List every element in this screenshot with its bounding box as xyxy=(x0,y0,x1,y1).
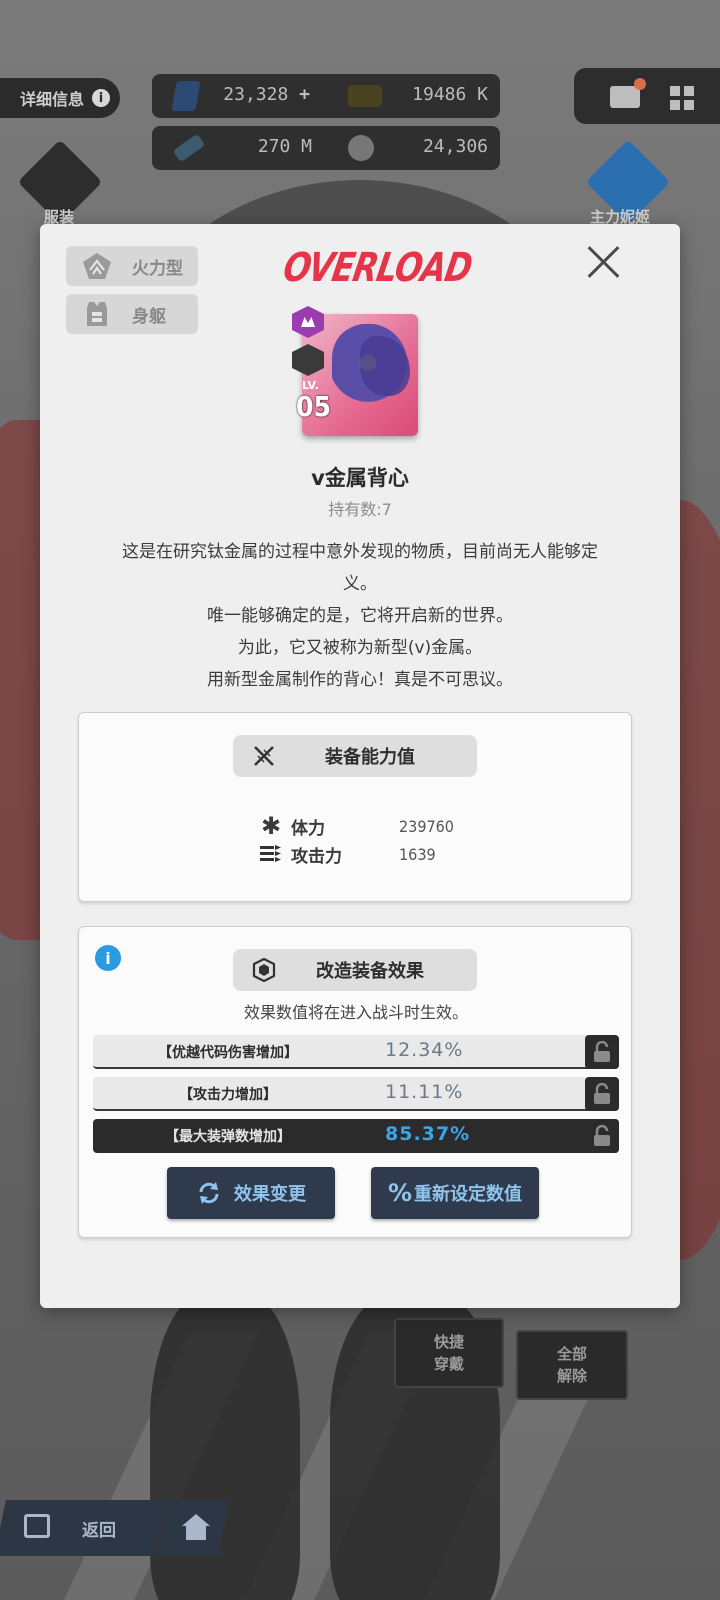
stat-attack: 攻击力 1639 xyxy=(259,841,436,867)
percent-icon: % xyxy=(387,1179,413,1207)
info-icon[interactable]: i xyxy=(95,945,121,971)
quick-equip-label-1: 快捷 xyxy=(433,1333,464,1351)
gem-count: 23,328 xyxy=(223,84,289,105)
refresh-icon xyxy=(196,1180,222,1206)
description-line: 唯一能够确定的是，它将开启新的世界。 xyxy=(207,606,513,626)
exit-icon xyxy=(24,1514,50,1538)
details-label: 详细信息 xyxy=(20,90,85,109)
overload-banner: OVERLOAD xyxy=(279,243,476,291)
home-icon xyxy=(182,1514,210,1526)
core-dust-count: 24,306 xyxy=(422,136,488,157)
stats-panel-title: 装备能力值 xyxy=(325,747,415,768)
bullets-icon xyxy=(259,844,283,864)
mail-icon[interactable] xyxy=(610,86,640,108)
menu-grid-icon[interactable] xyxy=(670,86,694,110)
equipment-detail-modal: 火力型 身躯 OVERLOAD LV. 05 v金属背心 持有数:7 这是在研究… xyxy=(40,224,680,1308)
stat-label: 体力 xyxy=(291,818,325,839)
item-name: v金属背心 xyxy=(311,466,409,490)
description-line: 这是在研究钛金属的过程中意外发现的物质，目前尚无人能够定 xyxy=(122,542,598,562)
top-right-menu xyxy=(574,68,720,124)
effect-value: 85.37% xyxy=(385,1123,471,1145)
close-icon[interactable] xyxy=(586,244,622,280)
gem-icon xyxy=(171,81,201,111)
effects-hint: 效果数值将在进入战斗时生效。 xyxy=(243,1003,468,1022)
effects-panel-title: 改造装备效果 xyxy=(316,961,424,982)
stat-label: 攻击力 xyxy=(291,846,342,867)
stat-hp: ✱ 体力 239760 xyxy=(259,812,454,840)
battle-data-count: 270 M xyxy=(257,136,312,157)
effect-value: 11.11% xyxy=(385,1081,464,1103)
class-tag-label: 火力型 xyxy=(132,258,183,279)
slot-tag-body[interactable]: 身躯 xyxy=(66,294,198,334)
item-description: 这是在研究钛金属的过程中意外发现的物质，目前尚无人能够定 义。 唯一能够确定的是… xyxy=(70,536,650,696)
slot-tag-label: 身躯 xyxy=(132,306,166,327)
credit-count: 19486 K xyxy=(412,84,488,105)
unequip-all-label-2: 解除 xyxy=(556,1367,587,1385)
owned-count: 7 xyxy=(381,500,392,519)
unequip-all-label-1: 全部 xyxy=(556,1345,587,1363)
owned-count-row: 持有数:7 xyxy=(40,496,680,520)
credit-icon xyxy=(348,85,382,107)
effect-name: 【优越代码伤害增加】 xyxy=(158,1045,298,1061)
effect-row-selected[interactable]: 【最大装弹数增加】 85.37% xyxy=(93,1119,619,1153)
firepower-icon xyxy=(80,252,114,280)
unlock-icon[interactable] xyxy=(585,1035,619,1069)
info-icon: i xyxy=(92,89,111,107)
unlock-icon[interactable] xyxy=(585,1119,619,1153)
resource-bar-bottom: 270 M 24,306 xyxy=(152,126,500,170)
quick-equip-button[interactable]: 快捷 穿戴 xyxy=(394,1318,504,1388)
notification-dot xyxy=(634,78,646,90)
battle-data-icon xyxy=(172,133,206,163)
effects-panel-header: 改造装备效果 xyxy=(233,949,477,991)
reset-values-label: 重新设定数值 xyxy=(414,1184,523,1205)
description-line: 义。 xyxy=(343,574,377,594)
description-line: 用新型金属制作的背心！真是不可思议。 xyxy=(207,670,513,690)
effect-row[interactable]: 【攻击力增加】 11.11% xyxy=(93,1077,619,1111)
change-effect-label: 效果变更 xyxy=(234,1184,306,1205)
stats-panel-header: 装备能力值 xyxy=(233,735,477,777)
effect-name: 【最大装弹数增加】 xyxy=(165,1129,291,1145)
owned-label: 持有数: xyxy=(328,500,382,519)
details-button[interactable]: 详细信息 i xyxy=(0,78,120,118)
armor-body-icon xyxy=(80,300,114,328)
equipment-stats-panel: 装备能力值 ✱ 体力 239760 攻击力 1639 xyxy=(78,712,632,902)
add-gem-button[interactable]: + xyxy=(299,84,310,105)
overload-effects-panel: i 改造装备效果 效果数值将在进入战斗时生效。 【优越代码伤害增加】 12.34… xyxy=(78,926,632,1238)
resource-bar-top: 23,328 + 19486 K xyxy=(152,74,500,118)
level-value: 05 xyxy=(296,390,332,423)
stat-value: 239760 xyxy=(399,816,454,836)
description-line: 为此，它又被称为新型(v)金属。 xyxy=(237,638,483,658)
effect-value: 12.34% xyxy=(385,1039,464,1061)
change-effect-button[interactable]: 效果变更 xyxy=(167,1167,335,1219)
core-dust-icon xyxy=(348,135,374,161)
effect-row[interactable]: 【优越代码伤害增加】 12.34% xyxy=(93,1035,619,1069)
quick-equip-label-2: 穿戴 xyxy=(433,1355,464,1373)
stat-value: 1639 xyxy=(399,844,436,864)
asterisk-icon: ✱ xyxy=(260,812,282,840)
unlock-icon[interactable] xyxy=(585,1077,619,1111)
unequip-all-button[interactable]: 全部 解除 xyxy=(516,1330,628,1400)
reset-values-button[interactable]: % 重新设定数值 xyxy=(371,1167,539,1219)
effect-name: 【攻击力增加】 xyxy=(179,1087,277,1103)
back-label: 返回 xyxy=(82,1521,116,1541)
class-tag-firepower[interactable]: 火力型 xyxy=(66,246,198,286)
